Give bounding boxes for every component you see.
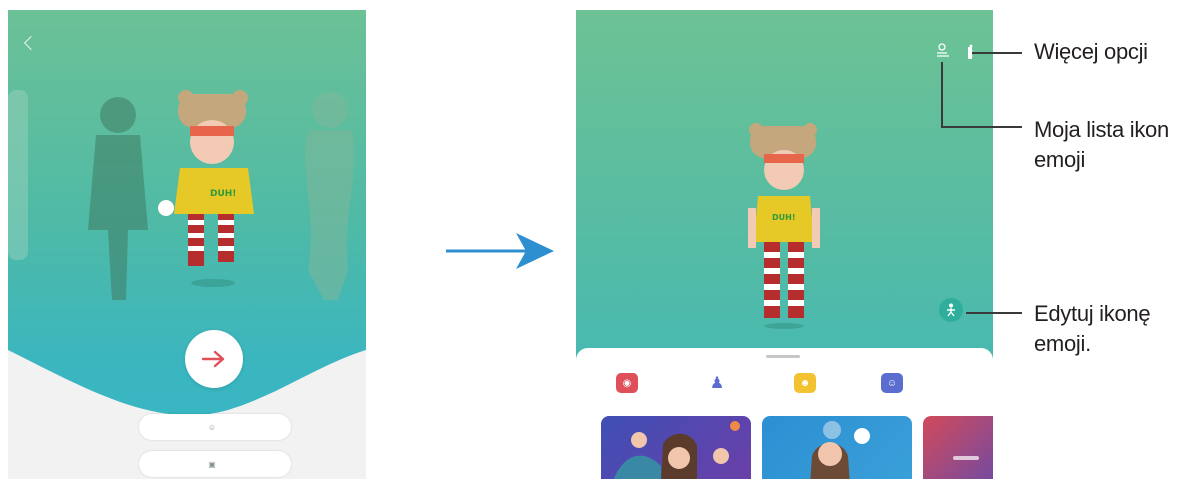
preview-image [953, 456, 979, 460]
create-from-image-button[interactable]: ▣ [139, 451, 291, 477]
right-phone-screen: DUH! ◉ ♟ ☻ ☺ [576, 10, 993, 479]
callout-more-options: Więcej opcji [1034, 39, 1148, 64]
edit-emoji-button[interactable] [939, 298, 963, 322]
image-icon: ▣ [208, 459, 216, 469]
callout-edit-line1: Edytuj ikonę [1034, 301, 1151, 326]
preview-card-1[interactable] [601, 416, 751, 479]
drag-handle[interactable] [766, 355, 800, 358]
category-profile[interactable]: ☺ [881, 373, 909, 393]
callout-line-mylist-vertical [941, 62, 943, 128]
callout-my-list-line1: Moja lista ikon [1034, 117, 1169, 142]
category-figure[interactable]: ♟ [706, 373, 734, 393]
bottom-sheet: ◉ ♟ ☻ ☺ [576, 348, 993, 479]
callout-line-more [972, 52, 1022, 54]
back-chevron-icon[interactable] [23, 35, 39, 51]
callout-line-edit [966, 312, 1022, 314]
profile-icon: ☺ [881, 373, 903, 393]
person-list-icon[interactable] [936, 43, 950, 59]
callout-edit-line2: emoji. [1034, 331, 1091, 356]
avatar-selfie-image [810, 421, 870, 479]
callout-my-list-line2: emoji [1034, 147, 1086, 172]
category-sticker[interactable]: ☻ [794, 373, 822, 393]
avatar-image: DUH! [748, 123, 820, 329]
person-walk-icon [947, 303, 955, 317]
flow-arrow-icon [446, 233, 554, 269]
svg-text:DUH!: DUH! [772, 213, 795, 222]
preview-card-3[interactable] [923, 416, 993, 479]
camera-icon: ◉ [616, 373, 638, 393]
arrow-right-icon [201, 350, 225, 368]
avatar-waving-image [613, 421, 740, 479]
callout-line-mylist [941, 126, 1022, 128]
svg-text:DUH!: DUH! [210, 189, 236, 199]
create-with-camera-button[interactable]: ☺ [139, 414, 291, 440]
sticker-icon: ☻ [794, 373, 816, 393]
preview-card-2[interactable] [762, 416, 912, 479]
smile-face-icon: ☺ [207, 422, 217, 432]
next-button[interactable] [185, 330, 243, 388]
main-avatar-image: DUH! [158, 90, 254, 287]
left-phone-screen: DUH! ☺ ▣ [8, 10, 366, 479]
figure-icon: ♟ [709, 375, 725, 392]
category-camera[interactable]: ◉ [616, 373, 644, 393]
